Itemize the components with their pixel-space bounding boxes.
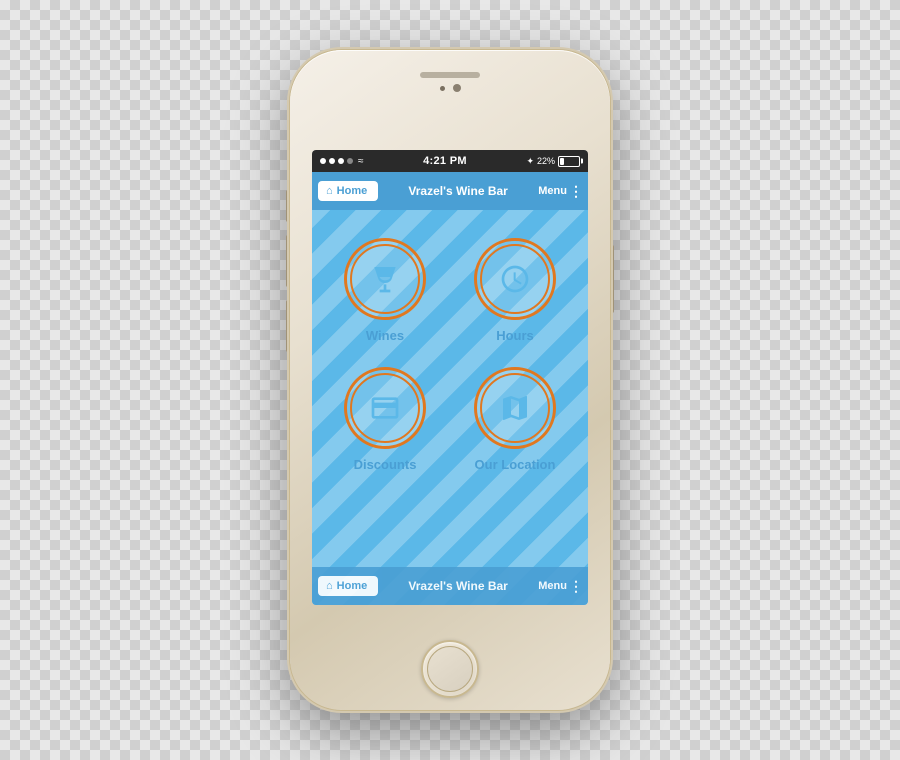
sensor xyxy=(440,86,445,91)
speaker xyxy=(420,72,480,78)
bottom-nav-title: Vrazel's Wine Bar xyxy=(382,579,534,593)
app-content: Wines Hours xyxy=(312,210,588,605)
home-button-physical[interactable] xyxy=(421,640,479,698)
screen-content: ≈ 4:21 PM ✦ 22% ⌂ Home Vrazel's Wine Bar xyxy=(312,150,588,605)
signal-dot-1 xyxy=(320,158,326,164)
clock-icon xyxy=(499,263,531,295)
status-time: 4:21 PM xyxy=(423,155,467,167)
hours-item[interactable]: Hours xyxy=(462,238,568,343)
battery-fill xyxy=(560,158,564,165)
signal-dot-4 xyxy=(347,158,353,164)
signal-dot-3 xyxy=(338,158,344,164)
signal-dot-2 xyxy=(329,158,335,164)
camera xyxy=(453,84,461,92)
top-bezel xyxy=(312,64,588,150)
home-icon: ⌂ xyxy=(326,185,333,197)
bottom-menu-btn[interactable]: Menu ⋮ xyxy=(538,578,582,595)
battery-area: ✦ 22% xyxy=(526,156,580,167)
hours-circle-outer xyxy=(474,238,556,320)
phone-device: ≈ 4:21 PM ✦ 22% ⌂ Home Vrazel's Wine Bar xyxy=(290,50,610,710)
discounts-item[interactable]: Discounts xyxy=(332,367,438,472)
battery-percent: 22% xyxy=(537,156,555,166)
bottom-home-btn[interactable]: ⌂ Home xyxy=(318,576,378,596)
map-icon xyxy=(499,392,531,424)
location-circle-inner xyxy=(480,373,550,443)
more-icon: ⋮ xyxy=(569,183,582,200)
home-button-area[interactable] xyxy=(421,640,479,698)
wines-circle-outer xyxy=(344,238,426,320)
wines-item[interactable]: Wines xyxy=(332,238,438,343)
hours-label: Hours xyxy=(496,328,534,343)
bottom-nav-strip: ⌂ Home Vrazel's Wine Bar Menu ⋮ xyxy=(312,567,588,605)
menu-button[interactable]: Menu ⋮ xyxy=(538,183,582,200)
wines-label: Wines xyxy=(366,328,404,343)
location-item[interactable]: Our Location xyxy=(462,367,568,472)
wifi-icon: ≈ xyxy=(358,156,364,167)
menu-grid: Wines Hours xyxy=(312,210,588,500)
discounts-circle-outer xyxy=(344,367,426,449)
signal-area: ≈ xyxy=(320,156,364,167)
bottom-menu-label: Menu xyxy=(538,580,567,592)
bluetooth-icon: ✦ xyxy=(526,156,534,167)
home-button-inner-ring xyxy=(427,646,473,692)
discounts-label: Discounts xyxy=(354,457,417,472)
home-button-nav[interactable]: ⌂ Home xyxy=(318,181,378,201)
phone-screen: ≈ 4:21 PM ✦ 22% ⌂ Home Vrazel's Wine Bar xyxy=(312,150,588,605)
bottom-more-icon: ⋮ xyxy=(569,578,582,595)
bottom-home-label: Home xyxy=(337,580,368,592)
wine-glass-icon xyxy=(369,263,401,295)
hours-circle-inner xyxy=(480,244,550,314)
home-label: Home xyxy=(337,185,368,197)
menu-label: Menu xyxy=(538,185,567,197)
card-icon xyxy=(369,392,401,424)
location-label: Our Location xyxy=(475,457,556,472)
battery-bar xyxy=(558,156,580,167)
discounts-circle-inner xyxy=(350,373,420,443)
camera-area xyxy=(440,84,461,92)
wines-circle-inner xyxy=(350,244,420,314)
nav-title: Vrazel's Wine Bar xyxy=(382,184,534,198)
top-nav-bar: ⌂ Home Vrazel's Wine Bar Menu ⋮ xyxy=(312,172,588,210)
location-circle-outer xyxy=(474,367,556,449)
bottom-home-icon: ⌂ xyxy=(326,580,333,592)
power-button[interactable] xyxy=(610,245,614,313)
status-bar: ≈ 4:21 PM ✦ 22% xyxy=(312,150,588,172)
